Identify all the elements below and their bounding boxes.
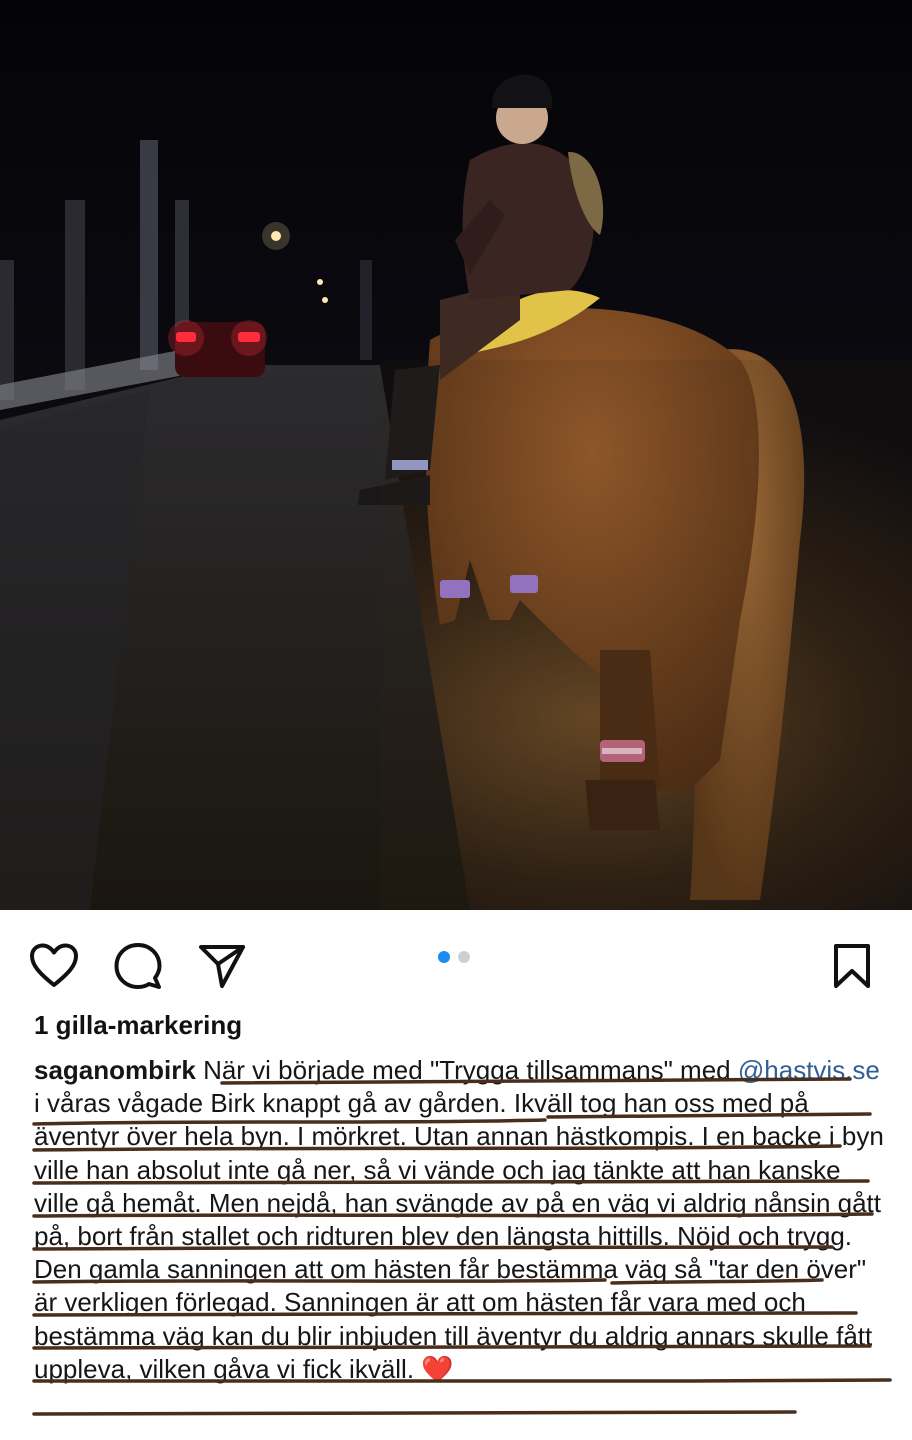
caption-username[interactable]: saganombirk [34,1055,196,1085]
carousel-dot-active [438,951,450,963]
bookmark-icon[interactable] [824,938,880,994]
caption-text-start: När vi började med "Trygga tillsammans" … [203,1055,731,1085]
heart-emoji-icon: ❤️ [421,1353,454,1384]
comment-icon[interactable] [110,938,166,994]
share-icon[interactable] [194,938,250,994]
carousel-dot [458,951,470,963]
caption-mention[interactable]: @hastvis.se [738,1055,880,1085]
post-photo[interactable] [0,0,912,910]
likes-count[interactable]: 1 gilla-markering [34,1010,242,1041]
carousel-indicator [438,951,470,965]
post-action-bar [0,910,912,1010]
caption-text: i våras vågade Birk knappt gå av gården.… [34,1088,884,1384]
heart-icon[interactable] [26,938,82,994]
post-caption: saganombirk När vi började med "Trygga t… [34,1054,884,1386]
